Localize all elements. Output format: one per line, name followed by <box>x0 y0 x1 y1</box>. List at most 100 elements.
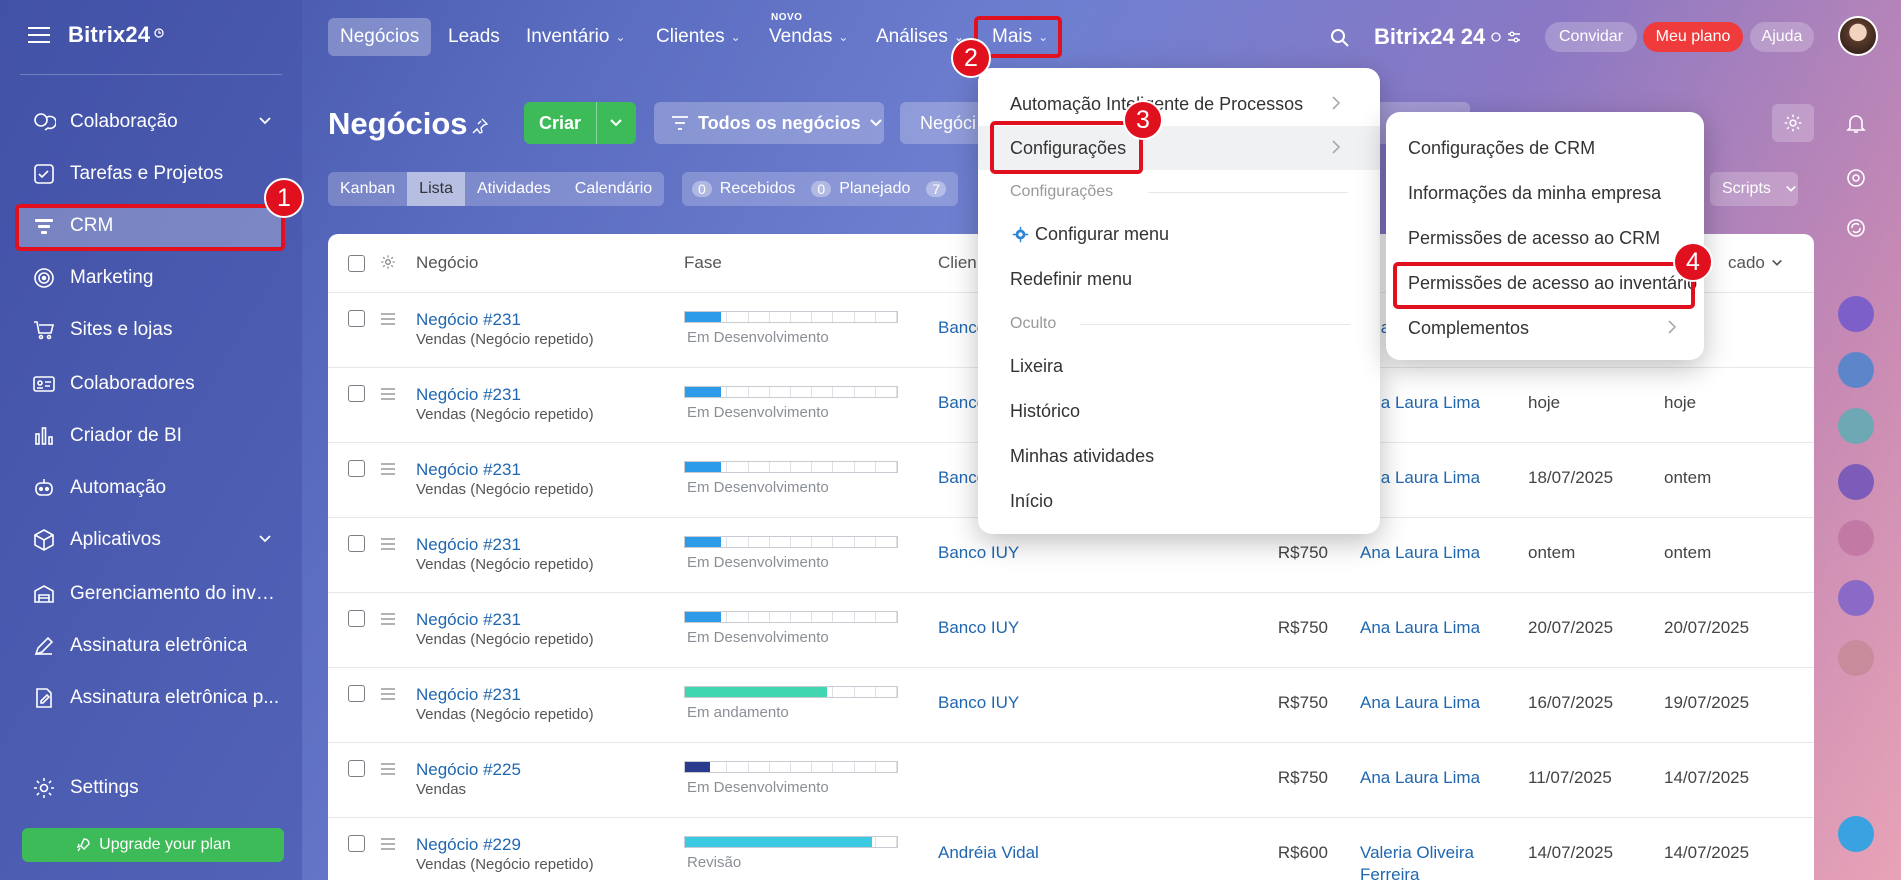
deal-link[interactable]: Negócio #229 <box>416 835 521 855</box>
invite-button[interactable]: Convidar <box>1545 22 1637 52</box>
copilot-icon[interactable] <box>1838 296 1874 332</box>
phase-progress[interactable] <box>684 461 898 473</box>
row-checkbox[interactable] <box>348 610 365 627</box>
phase-progress[interactable] <box>684 611 898 623</box>
row-checkbox[interactable] <box>348 535 365 552</box>
search-icon[interactable] <box>1330 28 1350 48</box>
header-brand[interactable]: Bitrix24 24 <box>1374 24 1521 50</box>
column-header-modified[interactable]: cado <box>1728 234 1783 292</box>
column-header-deal[interactable]: Negócio <box>416 234 478 292</box>
row-checkbox[interactable] <box>348 310 365 327</box>
view-atividades[interactable]: Atividades <box>465 172 563 206</box>
menu-item-inicio[interactable]: Início <box>978 479 1380 523</box>
menu-item-redefinir-menu[interactable]: Redefinir menu <box>978 257 1380 301</box>
menu-item-minhas-atividades[interactable]: Minhas atividades <box>978 434 1380 478</box>
upgrade-plan-button[interactable]: Upgrade your plan <box>22 828 284 862</box>
menu-item-configurar-menu[interactable]: Configurar menu <box>978 212 1380 256</box>
table-row[interactable]: Negócio #229 Vendas (Negócio repetido) Rev… <box>328 817 1814 880</box>
deal-link[interactable]: Negócio #231 <box>416 535 521 555</box>
openlines-icon[interactable] <box>1838 580 1874 616</box>
filter-button[interactable]: Todos os negócios <box>654 102 884 144</box>
phase-progress[interactable] <box>684 311 898 323</box>
counter-badge[interactable]: 7 <box>926 181 947 197</box>
owner-link[interactable]: Ana Laura Lima <box>1360 693 1480 713</box>
owner-link[interactable]: Valeria Oliveira <box>1360 843 1474 863</box>
my-plan-button[interactable]: Meu plano <box>1643 22 1743 52</box>
drag-handle-icon[interactable] <box>380 312 396 326</box>
gear-icon[interactable] <box>380 254 396 270</box>
view-lista[interactable]: Lista <box>407 172 465 206</box>
drag-handle-icon[interactable] <box>380 462 396 476</box>
menu-item-info-empresa[interactable]: Informações da minha empresa <box>1386 171 1704 215</box>
column-header-client[interactable]: Clien <box>938 234 977 292</box>
sync-icon[interactable] <box>1838 210 1874 246</box>
create-button[interactable]: Criar <box>524 102 636 144</box>
topnav-vendas[interactable]: Vendas ⌄ <box>757 18 860 56</box>
row-checkbox[interactable] <box>348 460 365 477</box>
sidebar-item-settings[interactable]: Settings <box>18 766 284 810</box>
scripts-button[interactable]: Scripts <box>1710 172 1798 206</box>
phase-progress[interactable] <box>684 386 898 398</box>
sidebar-item-assinatura-p[interactable]: Assinatura eletrônica p... <box>18 676 284 720</box>
phase-progress[interactable] <box>684 536 898 548</box>
table-row[interactable]: Negócio #225 Vendas Em Desenvolvimento R$75… <box>328 742 1814 817</box>
chevron-down-icon[interactable] <box>609 116 623 130</box>
sidebar-item-marketing[interactable]: Marketing <box>18 256 284 300</box>
row-checkbox[interactable] <box>348 385 365 402</box>
view-kanban[interactable]: Kanban <box>328 172 407 206</box>
sidebar-brand[interactable]: Bitrix24 <box>68 22 150 48</box>
client-link[interactable]: Banco IUY <box>938 618 1019 638</box>
menu-item-config-crm[interactable]: Configurações de CRM <box>1386 126 1704 170</box>
client-link[interactable]: Banco IUY <box>938 693 1019 713</box>
phase-progress[interactable] <box>684 761 898 773</box>
select-all-checkbox[interactable] <box>348 234 365 292</box>
bell-icon[interactable] <box>1845 112 1867 134</box>
group-icon[interactable] <box>1838 408 1874 444</box>
topnav-negocios[interactable]: Negócios <box>328 18 432 56</box>
topnav-clientes[interactable]: Clientes ⌄ <box>644 18 753 56</box>
deal-link[interactable]: Negócio #231 <box>416 310 521 330</box>
row-checkbox[interactable] <box>348 760 365 777</box>
owner-link[interactable]: Ana Laura Lima <box>1360 618 1480 638</box>
deal-link[interactable]: Negócio #231 <box>416 685 521 705</box>
table-row[interactable]: Negócio #231 Vendas (Negócio repetido) Em … <box>328 592 1814 667</box>
phase-progress[interactable] <box>684 686 898 698</box>
drag-handle-icon[interactable] <box>380 837 396 851</box>
row-checkbox[interactable] <box>348 835 365 852</box>
client-link[interactable]: Andréia Vidal <box>938 843 1039 863</box>
hamburger-menu-icon[interactable] <box>28 26 50 44</box>
chart-app-icon[interactable] <box>1838 352 1874 388</box>
sidebar-item-sites[interactable]: Sites e lojas <box>18 308 284 352</box>
list-settings-button[interactable] <box>1772 104 1814 142</box>
avatar[interactable] <box>1838 16 1878 56</box>
channel-icon[interactable] <box>1838 464 1874 500</box>
sidebar-item-inventario[interactable]: Gerenciamento do inve... <box>18 572 284 616</box>
row-checkbox[interactable] <box>348 685 365 702</box>
drag-handle-icon[interactable] <box>380 612 396 626</box>
deal-link[interactable]: Negócio #231 <box>416 610 521 630</box>
counter-recebidos[interactable]: Recebidos <box>720 180 796 198</box>
counter-planejado[interactable]: Planejado <box>839 180 910 198</box>
client-link[interactable]: Banco IUY <box>938 543 1019 563</box>
owner-link[interactable]: Ana Laura Lima <box>1360 543 1480 563</box>
phase-progress[interactable] <box>684 836 898 848</box>
deal-link[interactable]: Negócio #225 <box>416 760 521 780</box>
menu-item-permissoes-crm[interactable]: Permissões de acesso ao CRM <box>1386 216 1704 260</box>
deal-link[interactable]: Negócio #231 <box>416 385 521 405</box>
sidebar-item-automacao[interactable]: Automação <box>18 466 284 510</box>
topnav-inventario[interactable]: Inventário ⌄ <box>514 18 638 56</box>
pulse-icon[interactable] <box>1838 160 1874 196</box>
menu-item-historico[interactable]: Histórico <box>978 389 1380 433</box>
drag-handle-icon[interactable] <box>380 762 396 776</box>
contacts-icon[interactable] <box>1838 520 1874 556</box>
menu-item-lixeira[interactable]: Lixeira <box>978 344 1380 388</box>
help-button[interactable]: Ajuda <box>1750 22 1814 52</box>
owner-link[interactable]: Ana Laura Lima <box>1360 768 1480 788</box>
sidebar-item-aplicativos[interactable]: Aplicativos <box>18 518 284 562</box>
drag-handle-icon[interactable] <box>380 537 396 551</box>
pin-icon[interactable] <box>472 118 488 134</box>
menu-item-complementos[interactable]: Complementos <box>1386 306 1704 350</box>
drag-handle-icon[interactable] <box>380 687 396 701</box>
topnav-leads[interactable]: Leads <box>436 18 512 56</box>
sidebar-item-assinatura[interactable]: Assinatura eletrônica <box>18 624 284 668</box>
